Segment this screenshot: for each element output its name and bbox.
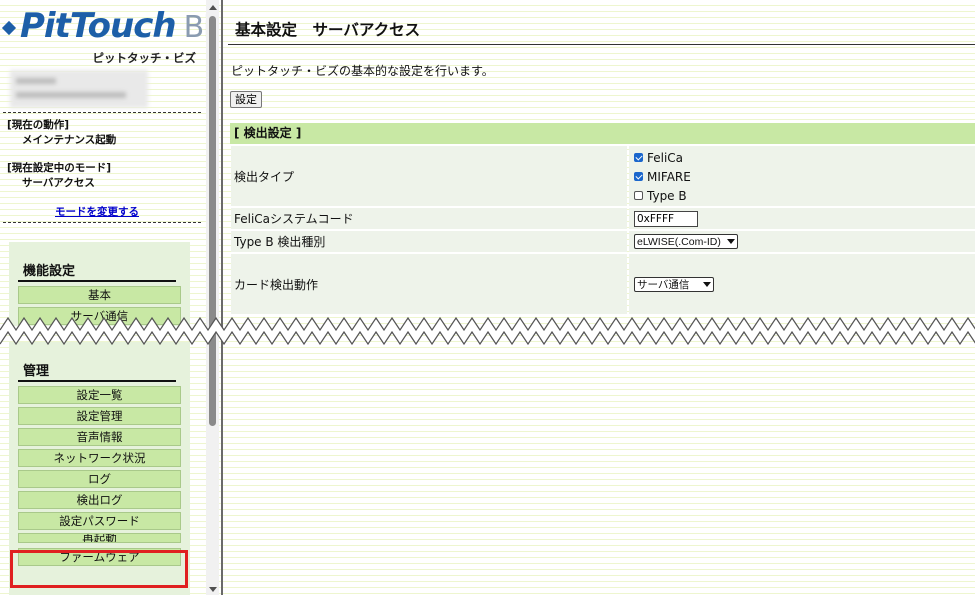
- felica-checkbox[interactable]: [634, 153, 643, 162]
- pittouch-logo: PitTouch Biz ピットタッチ・ビズ: [1, 6, 206, 68]
- mifare-label: MIFARE: [647, 169, 691, 184]
- typeb-checkbox[interactable]: [634, 191, 643, 200]
- logo-subtitle: ピットタッチ・ビズ: [92, 51, 197, 65]
- page-title: 基本設定 サーバアクセス: [235, 21, 421, 39]
- management-title: 管理: [23, 364, 50, 379]
- main-content: 基本設定 サーバアクセス ピットタッチ・ビズの基本的な設定を行います。 設定 […: [228, 0, 975, 595]
- current-mode-value: サーバアクセス: [22, 177, 95, 189]
- detect-type-label-text: 検出タイプ: [234, 169, 295, 184]
- chevron-down-icon: [703, 281, 712, 287]
- frame-divider: [221, 0, 223, 595]
- section-header: [ 検出設定 ]: [230, 123, 975, 144]
- felica-code-cell: [629, 208, 975, 229]
- menu-log-button[interactable]: ログ: [18, 470, 181, 488]
- menu-rule: [18, 380, 176, 382]
- function-settings-title: 機能設定: [23, 264, 76, 279]
- typeb-kind-cell: eLWISE(.Com-ID): [629, 231, 975, 252]
- detect-type-options: FeliCa MIFARE Type B: [629, 146, 975, 206]
- function-settings-panel: 機能設定 基本 サーバ通信: [9, 242, 190, 326]
- current-action: [現在の動作] メインテナンス起動: [7, 118, 116, 148]
- felica-option[interactable]: FeliCa: [634, 148, 975, 167]
- menu-reboot-button[interactable]: 再起動: [18, 533, 181, 543]
- page-description: ピットタッチ・ビズの基本的な設定を行います。: [231, 64, 494, 78]
- scroll-up-icon[interactable]: [209, 5, 217, 10]
- typeb-option[interactable]: Type B: [634, 186, 975, 205]
- sidebar-scrollbar[interactable]: [206, 0, 219, 595]
- menu-basic-button[interactable]: 基本: [18, 286, 181, 304]
- typeb-kind-select[interactable]: eLWISE(.Com-ID): [634, 234, 738, 249]
- menu-settings-list-button[interactable]: 設定一覧: [18, 386, 181, 404]
- felica-code-label: FeliCaシステムコード: [231, 208, 627, 229]
- typeb-kind-label-text: Type B 検出種別: [234, 235, 326, 249]
- current-mode: [現在設定中のモード] サーバアクセス: [7, 161, 111, 191]
- menu-detect-log-button[interactable]: 検出ログ: [18, 491, 181, 509]
- divider: [3, 222, 201, 223]
- scroll-down-icon[interactable]: [209, 587, 217, 592]
- screenshot-break-zigzag: [0, 316, 975, 346]
- current-mode-label: [現在設定中のモード]: [7, 162, 112, 174]
- logo-biz: Biz: [183, 10, 206, 45]
- felica-code-input[interactable]: [634, 210, 698, 227]
- current-action-label: [現在の動作]: [7, 119, 70, 131]
- detect-type-label: 検出タイプ: [231, 146, 627, 206]
- chevron-down-icon: [726, 239, 735, 244]
- card-action-label-text: カード検出動作: [234, 277, 319, 292]
- card-action-cell: サーバ通信: [629, 254, 975, 314]
- logo-text: PitTouch: [20, 6, 177, 46]
- set-button[interactable]: 設定: [230, 91, 262, 108]
- change-mode-link[interactable]: モードを変更する: [55, 204, 139, 219]
- menu-audio-info-button[interactable]: 音声情報: [18, 428, 181, 446]
- mifare-checkbox[interactable]: [634, 172, 643, 181]
- mifare-option[interactable]: MIFARE: [634, 167, 975, 186]
- typeb-kind-selected: eLWISE(.Com-ID): [637, 235, 721, 248]
- menu-password-button[interactable]: 設定パスワード: [18, 512, 181, 530]
- sidebar: PitTouchBiz ピットタッチ・ビズ [現在の動作] メインテナンス起動 …: [0, 0, 206, 595]
- felica-code-label-text: FeliCaシステムコード: [234, 212, 354, 226]
- felica-label: FeliCa: [647, 150, 684, 165]
- menu-network-status-button[interactable]: ネットワーク状況: [18, 449, 181, 467]
- firmware-highlight-box: [10, 550, 188, 588]
- current-action-value: メインテナンス起動: [22, 134, 117, 146]
- typeb-label: Type B: [647, 188, 687, 203]
- typeb-kind-label: Type B 検出種別: [231, 231, 627, 252]
- logo-diamond-icon: [1, 20, 17, 35]
- scrollbar-thumb[interactable]: [209, 16, 216, 426]
- menu-rule: [18, 280, 176, 282]
- card-action-selected: サーバ通信: [637, 278, 690, 291]
- card-action-label: カード検出動作: [231, 254, 627, 314]
- title-rule: [228, 44, 975, 45]
- card-action-select[interactable]: サーバ通信: [634, 276, 715, 292]
- divider: [3, 112, 201, 113]
- device-info-blurred: [10, 70, 148, 108]
- menu-settings-manage-button[interactable]: 設定管理: [18, 407, 181, 425]
